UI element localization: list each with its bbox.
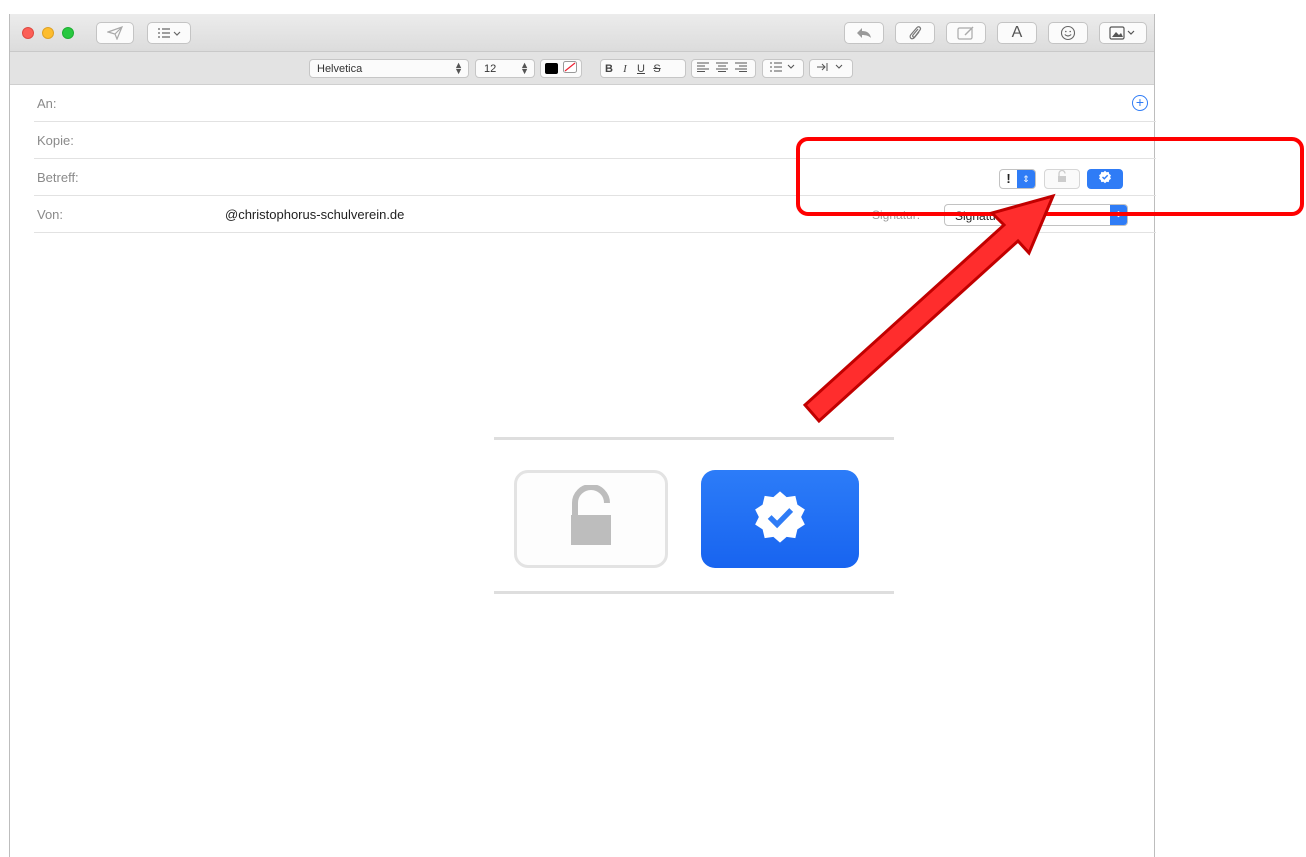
sign-button-zoomed — [701, 470, 859, 568]
divider — [494, 591, 894, 594]
open-lock-icon — [563, 483, 619, 554]
verified-badge-icon — [751, 488, 809, 551]
encrypt-button-zoomed — [514, 470, 668, 568]
zoomed-security-buttons — [494, 437, 894, 594]
divider — [494, 437, 894, 440]
annotation-arrow — [802, 193, 1056, 424]
